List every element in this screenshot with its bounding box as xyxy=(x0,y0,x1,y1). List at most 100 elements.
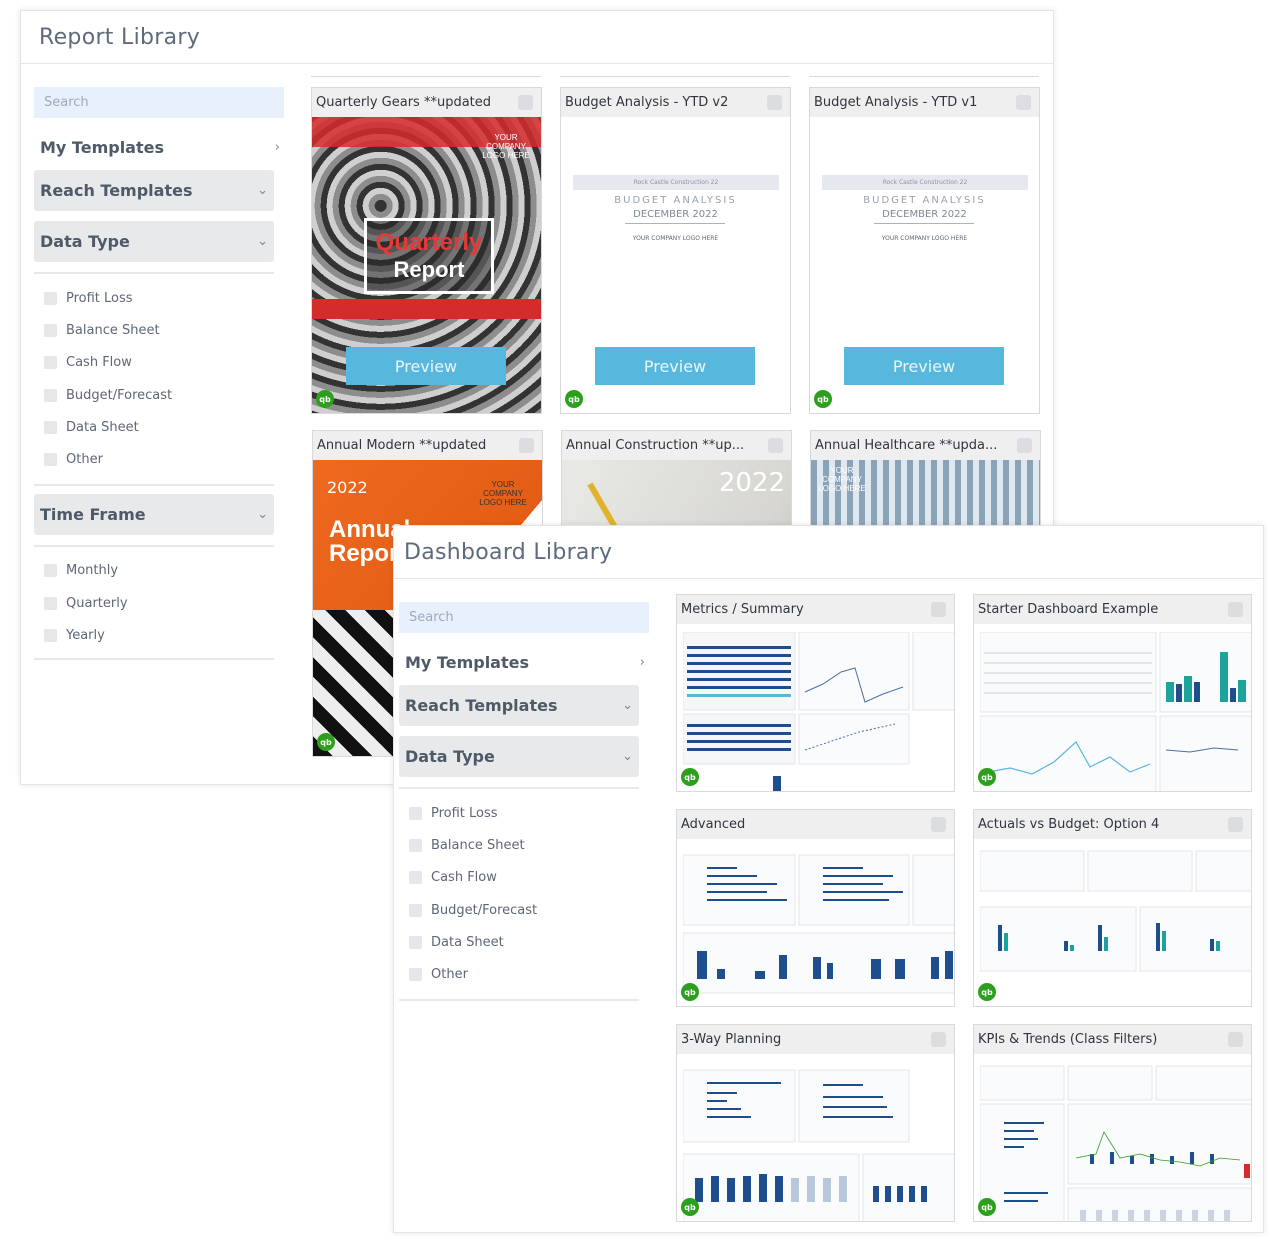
card-checkbox[interactable] xyxy=(768,438,783,453)
data-type-option[interactable]: Other xyxy=(409,958,651,990)
report-reach-templates[interactable]: Reach Templates ⌄ xyxy=(34,170,274,211)
card-header: Budget Analysis - YTD v1 xyxy=(810,88,1039,117)
dashboard-search-input[interactable] xyxy=(399,602,649,633)
quickbooks-icon: qb xyxy=(681,983,699,1001)
checkbox[interactable] xyxy=(44,388,57,402)
preview-button[interactable]: Preview xyxy=(844,347,1004,385)
checkbox[interactable] xyxy=(44,291,57,305)
time-frame-option[interactable]: Yearly xyxy=(44,619,286,651)
option-label: Yearly xyxy=(66,628,105,644)
dashboard-card[interactable]: Starter Dashboard Example qb xyxy=(973,594,1252,792)
card-checkbox[interactable] xyxy=(518,95,533,110)
dashboard-preview-graphic xyxy=(683,1069,954,1221)
data-type-option[interactable]: Budget/Forecast xyxy=(44,379,286,411)
data-type-option[interactable]: Other xyxy=(44,443,286,475)
report-time-frame-list: Monthly Quarterly Yearly xyxy=(34,555,286,652)
quickbooks-icon: qb xyxy=(978,1198,996,1216)
card-header: KPIs & Trends (Class Filters) xyxy=(974,1025,1251,1054)
card-checkbox[interactable] xyxy=(1228,1032,1243,1047)
quickbooks-icon: qb xyxy=(814,390,832,408)
checkbox[interactable] xyxy=(409,935,422,949)
data-type-option[interactable]: Profit Loss xyxy=(44,282,286,314)
quickbooks-icon: qb xyxy=(681,768,699,786)
dashboard-card[interactable]: 3-Way Planning qb xyxy=(676,1024,955,1222)
card-checkbox[interactable] xyxy=(1228,817,1243,832)
time-frame-option[interactable]: Quarterly xyxy=(44,587,286,619)
card-title: KPIs & Trends (Class Filters) xyxy=(978,1032,1158,1047)
data-type-option[interactable]: Balance Sheet xyxy=(409,829,651,861)
card-title: Annual Modern **updated xyxy=(317,438,487,453)
checkbox[interactable] xyxy=(409,903,422,917)
dashboard-reach-templates[interactable]: Reach Templates ⌄ xyxy=(399,685,639,726)
card-header: Advanced xyxy=(677,810,954,839)
dashboard-preview-graphic xyxy=(980,1065,1251,1221)
dashboard-my-templates[interactable]: My Templates › xyxy=(399,639,651,685)
card-checkbox[interactable] xyxy=(931,817,946,832)
option-label: Budget/Forecast xyxy=(66,387,173,403)
card-checkbox[interactable] xyxy=(1228,602,1243,617)
dashboard-data-type-list: Profit Loss Balance Sheet Cash Flow Budg… xyxy=(399,797,651,991)
checkbox[interactable] xyxy=(409,871,422,885)
dashboard-data-type-header[interactable]: Data Type ⌄ xyxy=(399,736,639,777)
card-title: Starter Dashboard Example xyxy=(978,602,1159,617)
card-checkbox[interactable] xyxy=(767,95,782,110)
card-checkbox[interactable] xyxy=(519,438,534,453)
card-header: Budget Analysis - YTD v2 xyxy=(561,88,790,117)
report-card[interactable]: Budget Analysis - YTD v2 Rock Castle Con… xyxy=(560,87,791,414)
data-type-option[interactable]: Balance Sheet xyxy=(44,314,286,346)
my-templates-label: My Templates xyxy=(40,137,164,157)
checkbox[interactable] xyxy=(409,806,422,820)
card-title: Annual Construction **up... xyxy=(566,438,745,453)
card-title: 3-Way Planning xyxy=(681,1032,782,1047)
report-data-type-header[interactable]: Data Type ⌄ xyxy=(34,221,274,262)
report-search-input[interactable] xyxy=(34,87,284,118)
data-type-option[interactable]: Data Sheet xyxy=(409,926,651,958)
data-type-option[interactable]: Profit Loss xyxy=(409,797,651,829)
dashboard-thumbnail: qb xyxy=(974,839,1251,1006)
report-time-frame-header[interactable]: Time Frame ⌄ xyxy=(34,493,274,535)
chevron-down-icon: ⌄ xyxy=(257,183,268,198)
card-checkbox[interactable] xyxy=(931,602,946,617)
checkbox[interactable] xyxy=(409,968,422,982)
data-type-option[interactable]: Cash Flow xyxy=(409,862,651,894)
data-type-option[interactable]: Data Sheet xyxy=(44,411,286,443)
report-data-type-list: Profit Loss Balance Sheet Cash Flow Budg… xyxy=(34,282,286,476)
preview-button[interactable]: Preview xyxy=(346,347,506,385)
cover-year: 2022 xyxy=(718,468,785,498)
data-type-option[interactable]: Budget/Forecast xyxy=(409,894,651,926)
option-label: Balance Sheet xyxy=(66,322,160,338)
dashboard-thumbnail: qb xyxy=(677,1054,954,1221)
card-title: Budget Analysis - YTD v1 xyxy=(814,95,978,110)
dashboard-card[interactable]: Advanced qb xyxy=(676,809,955,1007)
dashboard-card[interactable]: Metrics / Summary qb xyxy=(676,594,955,792)
card-checkbox[interactable] xyxy=(1016,95,1031,110)
checkbox[interactable] xyxy=(44,420,57,434)
checkbox[interactable] xyxy=(44,453,57,467)
checkbox[interactable] xyxy=(409,838,422,852)
quickbooks-icon: qb xyxy=(565,390,583,408)
report-my-templates[interactable]: My Templates › xyxy=(34,124,286,170)
card-checkbox[interactable] xyxy=(1017,438,1032,453)
data-type-option[interactable]: Cash Flow xyxy=(44,347,286,379)
time-frame-option[interactable]: Monthly xyxy=(44,555,286,587)
checkbox[interactable] xyxy=(44,629,57,643)
checkbox[interactable] xyxy=(44,596,57,610)
cover-title-line2: Report xyxy=(393,257,465,282)
preview-button[interactable]: Preview xyxy=(595,347,755,385)
chevron-down-icon: ⌄ xyxy=(257,234,268,249)
dashboard-card[interactable]: Actuals vs Budget: Option 4 qb xyxy=(973,809,1252,1007)
dashboard-card[interactable]: KPIs & Trends (Class Filters) qb xyxy=(973,1024,1252,1222)
dashboard-thumbnail: qb xyxy=(677,624,954,791)
report-card[interactable]: Budget Analysis - YTD v1 Rock Castle Con… xyxy=(809,87,1040,414)
report-card[interactable]: Quarterly Gears **updated YOUR COMPANY L… xyxy=(311,87,542,414)
checkbox[interactable] xyxy=(44,564,57,578)
card-title: Metrics / Summary xyxy=(681,602,804,617)
divider xyxy=(34,657,274,660)
option-label: Budget/Forecast xyxy=(431,902,538,918)
logo-placeholder: YOUR COMPANY LOGO HERE xyxy=(632,235,719,242)
chevron-right-icon: › xyxy=(639,654,645,670)
checkbox[interactable] xyxy=(44,356,57,370)
checkbox[interactable] xyxy=(44,323,57,337)
card-checkbox[interactable] xyxy=(931,1032,946,1047)
chevron-down-icon: ⌄ xyxy=(622,749,633,764)
